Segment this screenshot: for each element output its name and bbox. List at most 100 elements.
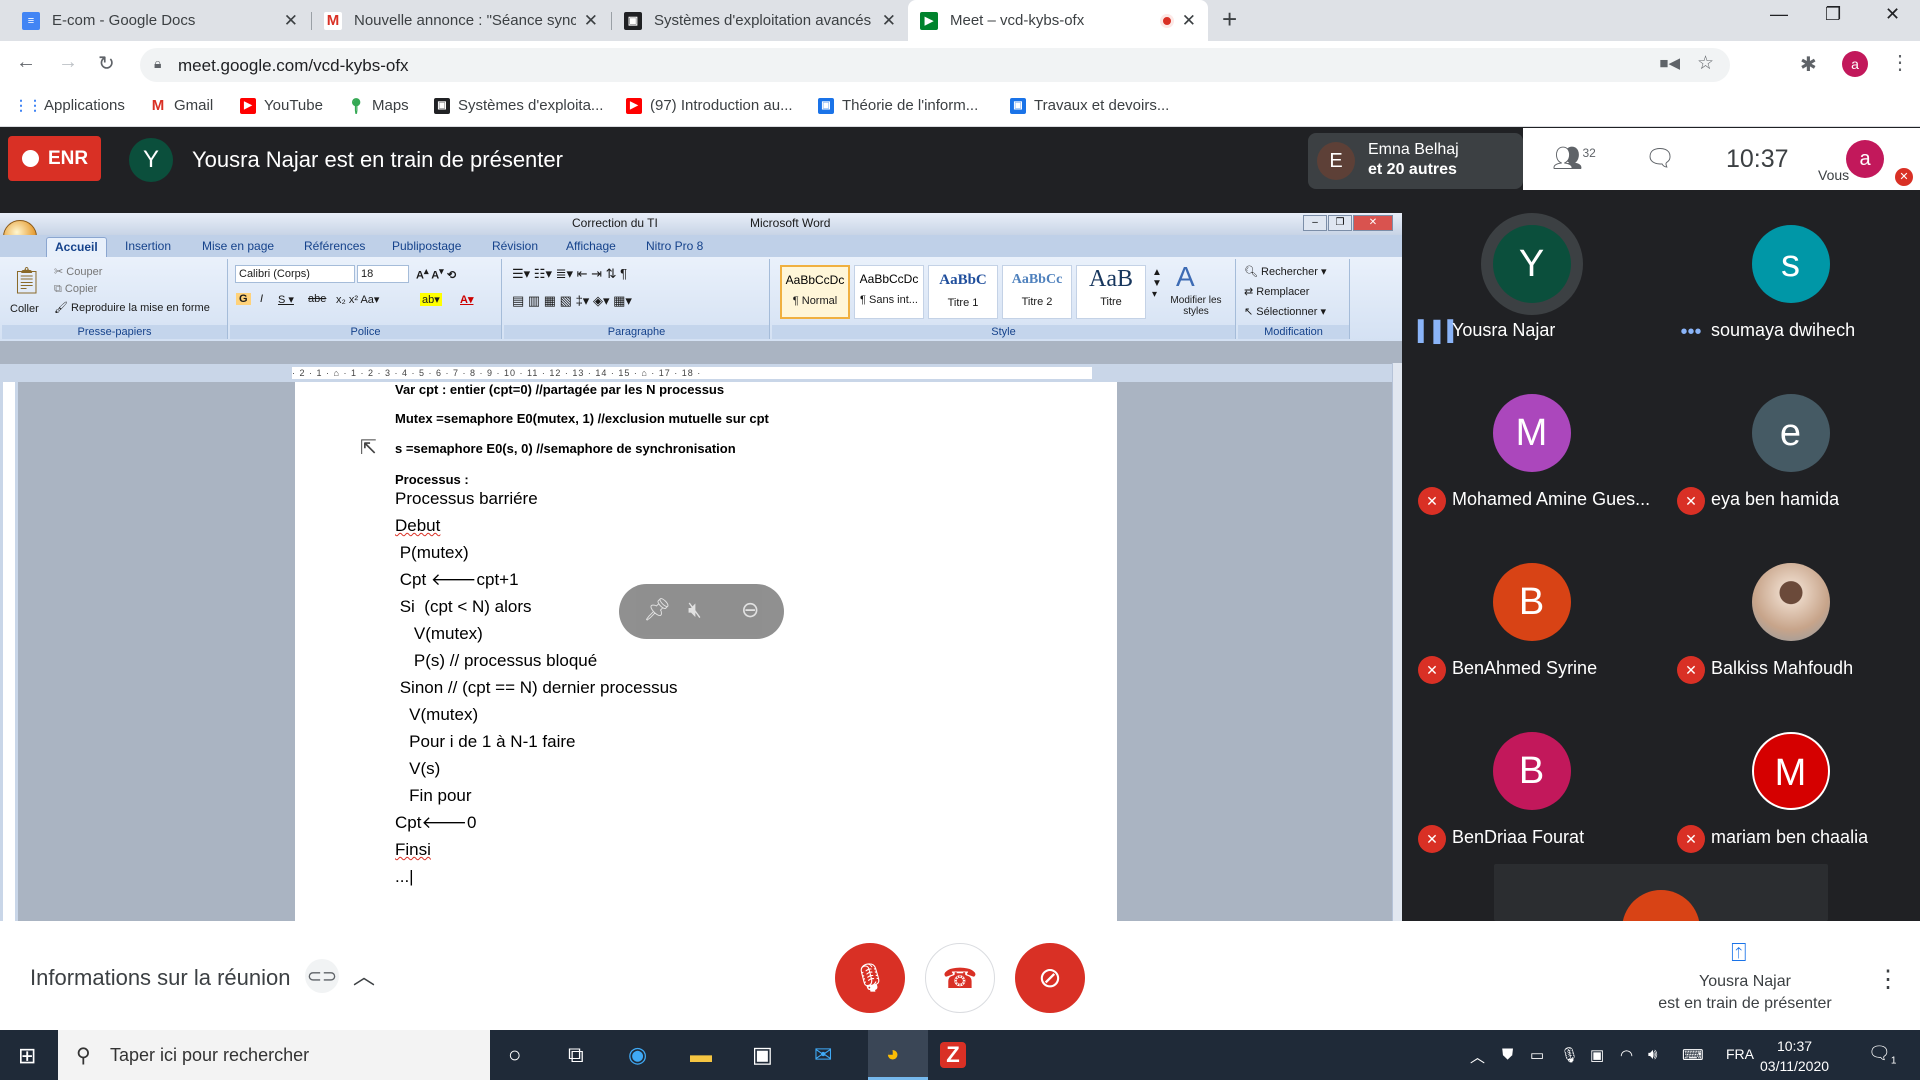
highlight-icon[interactable]: ab▾ xyxy=(420,293,442,306)
participant-tile[interactable]: M ✕ mariam ben chaalia xyxy=(1661,707,1920,876)
change-styles-icon[interactable]: A xyxy=(1176,261,1195,293)
more-options-icon[interactable]: ⋮ xyxy=(1876,965,1900,994)
close-tab-icon[interactable]: ✕ xyxy=(284,11,298,31)
tab-mise-en-page[interactable]: Mise en page xyxy=(202,239,274,253)
replace-button[interactable]: ⇄ Remplacer xyxy=(1244,285,1309,298)
browser-tab-classroom[interactable]: ▣ Systèmes d'exploitation avancés ✕ xyxy=(612,0,908,41)
document-page[interactable]: Var cpt : entier (cpt=0) //partagée par … xyxy=(295,382,1117,921)
mail-icon[interactable]: ✉ xyxy=(814,1042,832,1068)
style-sans-interligne[interactable]: AaBbCcDc ¶ Sans int... xyxy=(854,265,924,319)
format-painter-button[interactable]: 🖌︎ Reproduire la mise en forme xyxy=(54,301,210,314)
windows-start-icon[interactable]: ⊞ xyxy=(18,1043,36,1069)
style-titre1[interactable]: AaBbC Titre 1 xyxy=(928,265,998,319)
tab-references[interactable]: Références xyxy=(304,239,365,253)
participant-tile[interactable]: M ✕ Mohamed Amine Gues... xyxy=(1402,369,1661,538)
paste-button[interactable]: Coller xyxy=(10,303,39,315)
chevron-up-icon[interactable]: ︿ xyxy=(353,959,375,991)
leave-call-button[interactable]: ☎︎ xyxy=(925,943,995,1013)
tab-nitro[interactable]: Nitro Pro 8 xyxy=(646,239,703,253)
tab-insertion[interactable]: Insertion xyxy=(125,239,171,253)
close-tab-icon[interactable]: ✕ xyxy=(584,11,598,31)
pin-icon[interactable]: 📌︎ xyxy=(643,597,671,623)
language-indicator[interactable]: FRA xyxy=(1726,1046,1754,1062)
profile-avatar[interactable]: a xyxy=(1842,51,1868,77)
maximize-icon[interactable]: ❐ xyxy=(1825,4,1841,25)
paste-icon[interactable]: 📋︎ xyxy=(10,265,43,296)
mute-presenter-icon[interactable]: 🔇︎ xyxy=(688,597,702,623)
self-avatar[interactable]: a xyxy=(1846,140,1884,178)
notifications-icon[interactable]: 🗨︎1 xyxy=(1868,1043,1896,1067)
browser-tab-docs[interactable]: ≡ E-com - Google Docs ✕ xyxy=(10,0,310,41)
extensions-icon[interactable]: ✱ xyxy=(1800,52,1817,77)
font-color-icon[interactable]: A▾ xyxy=(460,293,473,306)
cut-button[interactable]: ✂ Couper xyxy=(54,265,102,278)
tray-overflow-icon[interactable]: ︿ xyxy=(1470,1046,1485,1067)
select-button[interactable]: ↖ Sélectionner ▾ xyxy=(1244,305,1326,318)
cortana-icon[interactable]: ○ xyxy=(508,1042,521,1068)
close-window-icon[interactable]: ✕ xyxy=(1885,4,1900,25)
taskbar-clock[interactable]: 10:37 03/11/2020 xyxy=(1760,1036,1829,1076)
participant-tile[interactable]: B ✕ BenAhmed Syrine xyxy=(1402,538,1661,707)
people-preview[interactable]: E Emna Belhaj et 20 autres xyxy=(1308,133,1523,189)
tab-accueil[interactable]: Accueil xyxy=(46,237,107,257)
bookmark-gmail[interactable]: M Gmail xyxy=(150,97,213,114)
style-titre[interactable]: AaB Titre xyxy=(1076,265,1146,319)
participant-tile[interactable]: Y ▍▌▍ Yousra Najar xyxy=(1402,200,1661,369)
zotero-icon[interactable]: Z xyxy=(940,1042,966,1068)
forward-icon[interactable]: → xyxy=(58,51,78,74)
vertical-ruler[interactable] xyxy=(0,382,18,921)
subscript-icon[interactable]: x₂ x² Aa▾ xyxy=(336,293,379,306)
participant-tile[interactable]: s ••• soumaya dwihech xyxy=(1661,200,1920,369)
document-scrollbar[interactable] xyxy=(1392,363,1402,921)
bookmark-maps[interactable]: 📍︎ Maps xyxy=(346,97,408,115)
strikethrough-icon[interactable]: abe xyxy=(308,293,326,305)
back-icon[interactable]: ← xyxy=(16,51,36,74)
camera-toggle-button[interactable]: ⊘ xyxy=(1015,943,1085,1013)
url-text[interactable]: meet.google.com/vcd-kybs-ofx xyxy=(178,56,409,76)
omnibox[interactable]: 🔒︎ meet.google.com/vcd-kybs-ofx ■◀ ☆ xyxy=(140,48,1730,82)
bookmark-travaux[interactable]: ▣ Travaux et devoirs... xyxy=(1010,97,1169,114)
file-explorer-icon[interactable]: ▬ xyxy=(690,1042,712,1068)
font-name-select[interactable]: Calibri (Corps) xyxy=(235,265,355,283)
find-button[interactable]: 🔍︎ Rechercher ▾ xyxy=(1244,265,1326,278)
chrome-taskbar-button[interactable]: ◕ xyxy=(868,1030,928,1080)
close-tab-icon[interactable]: ✕ xyxy=(1182,11,1196,31)
browser-tab-meet[interactable]: ▶ Meet – vcd-kybs-ofx ✕ xyxy=(908,0,1208,41)
change-styles-button[interactable]: Modifier les styles xyxy=(1168,295,1224,317)
italic-icon[interactable]: I xyxy=(260,293,263,305)
bold-icon[interactable]: G xyxy=(236,293,251,305)
style-titre2[interactable]: AaBbCc Titre 2 xyxy=(1002,265,1072,319)
list-buttons-icon[interactable]: ☰▾ ☷▾ ≣▾ ⇤ ⇥ ⇅ ¶ xyxy=(512,266,627,282)
word-close-icon[interactable]: ✕ xyxy=(1353,215,1393,231)
participants-button[interactable]: 👥︎32 xyxy=(1552,144,1596,173)
bookmark-introduction[interactable]: ▶ (97) Introduction au... xyxy=(626,97,793,114)
camera-permission-icon[interactable]: ■◀ xyxy=(1659,54,1680,72)
styles-scroll-icon[interactable]: ▲ ▼ ▾ xyxy=(1152,267,1162,300)
taskbar-search[interactable]: ⚲ Taper ici pour rechercher xyxy=(58,1030,490,1080)
browser-tab-gmail[interactable]: M Nouvelle annonce : "Séance sync ✕ xyxy=(312,0,610,41)
align-buttons-icon[interactable]: ▤ ▥ ▦ ▧ ‡▾ ◈▾ ▦▾ xyxy=(512,293,632,309)
present-status[interactable]: Yousra Najar est en train de présenter xyxy=(1640,971,1850,1015)
attachment-icon[interactable]: ⊂⊃ xyxy=(305,959,339,993)
volume-icon[interactable]: 🔊︎ xyxy=(1648,1046,1657,1063)
meeting-details-button[interactable]: Informations sur la réunion xyxy=(30,965,290,991)
participant-tile[interactable]: e ✕ eya ben hamida xyxy=(1661,369,1920,538)
close-tab-icon[interactable]: ✕ xyxy=(882,11,896,31)
remove-icon[interactable]: ⊖ xyxy=(741,597,759,623)
browser-menu-icon[interactable]: ⋮ xyxy=(1890,50,1910,75)
reload-icon[interactable]: ↻ xyxy=(98,51,115,76)
font-size-select[interactable]: 18 xyxy=(357,265,409,283)
bookmark-systemes[interactable]: ▣ Systèmes d'exploita... xyxy=(434,97,603,114)
underline-icon[interactable]: S ▾ xyxy=(278,293,294,306)
tab-revision[interactable]: Révision xyxy=(492,239,538,253)
bookmark-youtube[interactable]: ▶ YouTube xyxy=(240,97,323,114)
recording-badge[interactable]: ENR xyxy=(8,136,101,181)
bookmark-star-icon[interactable]: ☆ xyxy=(1697,52,1714,75)
participant-tile[interactable]: ✕ Balkiss Mahfoudh xyxy=(1661,538,1920,707)
store-icon[interactable]: ▣ xyxy=(752,1042,773,1068)
chat-button[interactable]: 🗨︎ xyxy=(1645,144,1675,173)
tab-affichage[interactable]: Affichage xyxy=(566,239,616,253)
style-normal[interactable]: AaBbCcDc ¶ Normal xyxy=(780,265,850,319)
bookmark-theorie[interactable]: ▣ Théorie de l'inform... xyxy=(818,97,978,114)
tab-publipostage[interactable]: Publipostage xyxy=(392,239,461,253)
